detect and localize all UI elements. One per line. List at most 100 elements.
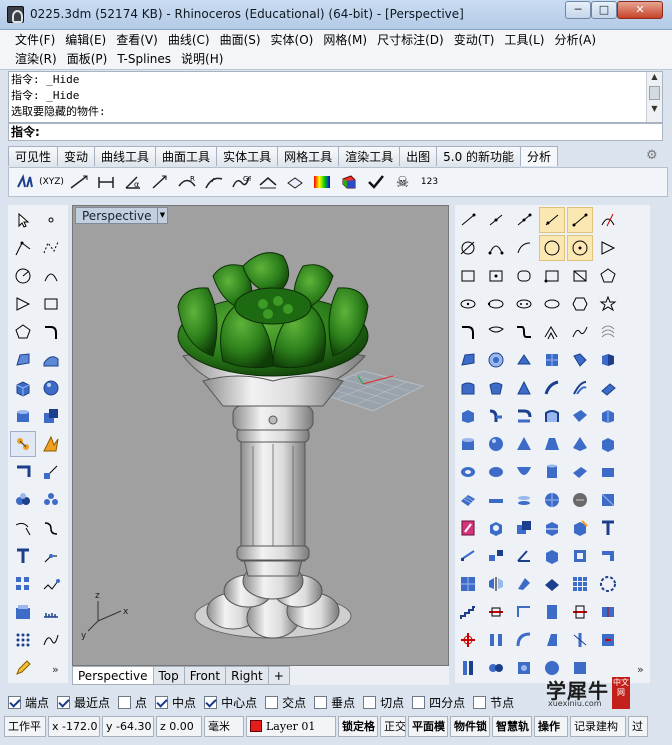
extrude-point-icon[interactable] <box>511 375 537 401</box>
box-solid-icon[interactable] <box>595 431 621 457</box>
stretch-icon[interactable] <box>595 627 621 653</box>
scroll-down-icon[interactable]: ▼ <box>647 104 662 116</box>
status-cplane[interactable]: 工作平 <box>4 716 46 737</box>
menu-curve[interactable]: 曲线(C) <box>163 31 215 49</box>
diameter-icon[interactable]: R <box>173 170 200 194</box>
maximize-button[interactable]: □ <box>591 1 617 19</box>
osnap-center-checkbox[interactable] <box>204 695 218 709</box>
osnap-perpendicular[interactable]: 垂点 <box>314 694 355 711</box>
mesh-plane-icon[interactable] <box>455 487 481 513</box>
boolean-split-icon[interactable] <box>539 515 565 541</box>
polyline-segments-icon[interactable] <box>511 207 537 233</box>
status-filter[interactable]: 过 <box>628 716 648 737</box>
merge-edge-icon[interactable] <box>595 599 621 625</box>
osnap-quadrant[interactable]: 四分点 <box>412 694 465 711</box>
surface-loft-icon[interactable] <box>595 347 621 373</box>
osnap-mid-checkbox[interactable] <box>155 695 169 709</box>
pipe-icon[interactable] <box>539 459 565 485</box>
osnap-near[interactable]: 最近点 <box>57 694 110 711</box>
render-icon[interactable] <box>38 431 64 457</box>
circle-tangent-icon[interactable] <box>455 235 481 261</box>
tab-curve-tools[interactable]: 曲线工具 <box>94 146 157 166</box>
fillet-curve-icon[interactable] <box>38 319 64 345</box>
length-icon[interactable] <box>65 170 92 194</box>
curve-blend-icon[interactable] <box>567 319 593 345</box>
sweep-2-rail-icon[interactable] <box>567 375 593 401</box>
surface-3pt-icon[interactable] <box>455 347 481 373</box>
count-objects-icon[interactable]: 123 <box>416 170 443 194</box>
circle-diameter-icon[interactable] <box>567 235 593 261</box>
ellipse-corner-icon[interactable] <box>539 291 565 317</box>
rectangle-icon[interactable] <box>38 291 64 317</box>
mesh-icon[interactable] <box>10 431 36 457</box>
status-osnap[interactable]: 物件锁 <box>450 716 490 737</box>
polygon-edge-icon[interactable] <box>595 263 621 289</box>
cone-icon[interactable] <box>511 431 537 457</box>
leader-icon[interactable] <box>38 543 64 569</box>
dim-radius-icon[interactable] <box>539 543 565 569</box>
rect-corner-icon[interactable] <box>455 263 481 289</box>
menu-view[interactable]: 查看(V) <box>111 31 163 49</box>
tab-transform[interactable]: 变动 <box>57 146 96 166</box>
circle-icon[interactable] <box>10 263 36 289</box>
cylinder-icon[interactable] <box>10 403 36 429</box>
draft-angle-icon[interactable] <box>335 170 362 194</box>
ruler-icon[interactable] <box>38 599 64 625</box>
menu-tsplines[interactable]: T-Splines <box>112 50 176 68</box>
status-grid-snap[interactable]: 锁定格 <box>338 716 378 737</box>
extrude-tapered-icon[interactable] <box>483 375 509 401</box>
surface-planar-icon[interactable] <box>511 347 537 373</box>
dim-linear-icon[interactable] <box>455 543 481 569</box>
point-icon[interactable] <box>38 207 64 233</box>
osnap-knot[interactable]: 节点 <box>473 694 514 711</box>
control-points-icon[interactable] <box>38 627 64 653</box>
star-icon[interactable] <box>595 291 621 317</box>
tab-mesh-tools[interactable]: 网格工具 <box>277 146 340 166</box>
menu-help[interactable]: 说明(H) <box>176 50 228 68</box>
perspective-viewport[interactable]: z x y Perspective ▼ <box>72 205 449 666</box>
tab-perspective[interactable]: Perspective <box>72 666 154 685</box>
tab-analyze[interactable]: 分析 <box>520 146 559 166</box>
paraboloid-icon[interactable] <box>511 459 537 485</box>
ellipse-foci-icon[interactable] <box>511 291 537 317</box>
tab-top[interactable]: Top <box>152 666 185 685</box>
menu-analyze[interactable]: 分析(A) <box>549 31 601 49</box>
extend-surface-icon[interactable] <box>567 403 593 429</box>
evaluate-point-icon[interactable]: (XYZ) <box>38 170 65 194</box>
radius-icon[interactable] <box>146 170 173 194</box>
check-icon[interactable] <box>362 170 389 194</box>
sphere-solid-icon[interactable] <box>483 431 509 457</box>
truncated-cone-icon[interactable] <box>539 431 565 457</box>
arc-icon[interactable] <box>38 263 64 289</box>
status-layer[interactable]: Layer 01 <box>246 716 336 737</box>
surface-normal-icon[interactable] <box>281 170 308 194</box>
close-button[interactable]: ✕ <box>617 1 663 19</box>
offset-surface-icon[interactable] <box>455 403 481 429</box>
scroll-up-icon[interactable]: ▲ <box>647 72 662 84</box>
rhino-app-icon[interactable] <box>7 6 24 23</box>
rail-revolve-icon[interactable] <box>539 375 565 401</box>
arc-tangent-icon[interactable] <box>511 235 537 261</box>
tab-new-in-v5[interactable]: 5.0 的新功能 <box>436 146 522 166</box>
bend-icon[interactable] <box>511 627 537 653</box>
menu-file[interactable]: 文件(F) <box>10 31 60 49</box>
dim-angle-icon[interactable] <box>511 543 537 569</box>
polygon-hex-icon[interactable] <box>567 291 593 317</box>
line-tangent-curves-icon[interactable] <box>595 207 621 233</box>
tab-drafting[interactable]: 出图 <box>399 146 438 166</box>
blend-curve-icon[interactable] <box>38 515 64 541</box>
menu-mesh[interactable]: 网格(M) <box>318 31 372 49</box>
tube-icon[interactable] <box>483 459 509 485</box>
osnap-end-checkbox[interactable] <box>8 695 21 709</box>
menu-tools[interactable]: 工具(L) <box>499 31 549 49</box>
status-planar[interactable]: 平面模 <box>408 716 448 737</box>
command-history-scrollbar[interactable]: ▲ ▼ <box>646 72 662 122</box>
osnap-center[interactable]: 中心点 <box>204 694 257 711</box>
curve-from-object-icon[interactable] <box>10 515 36 541</box>
menu-dimension[interactable]: 尺寸标注(D) <box>372 31 449 49</box>
fillet-surface-icon[interactable] <box>511 403 537 429</box>
twist-icon[interactable] <box>511 571 537 597</box>
ellipse-center-icon[interactable] <box>455 291 481 317</box>
variable-fillet-icon[interactable] <box>539 403 565 429</box>
boolean-difference-icon[interactable] <box>567 515 593 541</box>
